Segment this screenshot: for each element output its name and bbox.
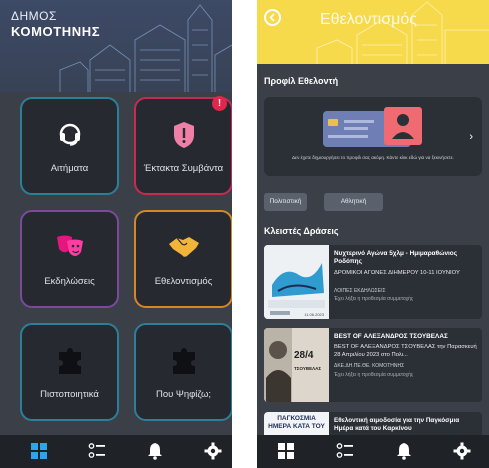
bell-icon[interactable]	[146, 442, 164, 465]
chip-sports[interactable]: Αθλητική	[324, 193, 383, 211]
event-thumbnail: 28/4 ΤΣΟΥΒΕΛΑΣ	[264, 328, 329, 402]
volunteering-header: Εθελοντισμός	[257, 0, 489, 64]
profile-section-title: Προφίλ Εθελοντή	[264, 76, 339, 86]
tile-emergencies[interactable]: ! Έκτακτα Συμβάντα	[134, 96, 232, 195]
tile-label: Αιτήματα	[50, 163, 89, 174]
puzzle-icon	[56, 347, 84, 380]
card-subtitle: BEST OF ΑΛΕΞΑΝΔΡΟΣ ΤΣΟΥΒΕΛΑΣ την Παρασκε…	[334, 344, 477, 358]
closed-actions-title: Κλειστές Δράσεις	[264, 226, 339, 236]
card-title: Νυχτερινό Αγώνα 5χλμ - Ημιμαραθώνιος Ροδ…	[334, 250, 458, 265]
event-thumbnail: 11.06.2023	[264, 245, 329, 319]
home-screen: ΔΗΜΟΣ ΚΟΜΟΤΗΝΗΣ Αιτήματα ! Έκτακτα Συμβά…	[0, 0, 232, 468]
header-line2: ΚΟΜΟΤΗΝΗΣ	[11, 24, 101, 39]
bottom-nav	[257, 435, 489, 468]
back-icon[interactable]	[264, 9, 281, 26]
card-deadline-status: Έχει λήξει η προθεσμία συμμετοχής	[334, 372, 414, 378]
profile-hint-text: Δεν έχετε δημιουργήσει το προφίλ σας ακό…	[291, 155, 455, 160]
thumb-name: ΤΣΟΥΒΕΛΑΣ	[294, 366, 322, 371]
tile-label: Πιστοποιητικά	[40, 389, 99, 400]
card-organizer: ΛΟΙΠΕΣ ΕΚΔΗΛΩΣΕΙΣ	[334, 288, 386, 294]
thumb-date: 28/4	[294, 350, 314, 361]
municipality-header: ΔΗΜΟΣ ΚΟΜΟΤΗΝΗΣ	[0, 0, 232, 92]
volunteering-screen: Εθελοντισμός Προφίλ Εθελοντή › Δεν έχετε…	[257, 0, 489, 468]
theater-masks-icon	[55, 234, 85, 265]
tile-label: Έκτακτα Συμβάντα	[143, 163, 224, 174]
headset-icon	[57, 121, 83, 152]
card-deadline-status: Έχει λήξει η προθεσμία συμμετοχής	[334, 296, 414, 302]
bottom-nav	[0, 435, 232, 468]
gear-icon[interactable]	[204, 442, 222, 465]
handshake-icon	[168, 234, 200, 263]
tile-volunteering[interactable]: Εθελοντισμός	[134, 210, 232, 308]
checklist-icon[interactable]	[336, 442, 354, 465]
action-card[interactable]: 11.06.2023 Νυχτερινό Αγώνα 5χλμ - Ημιμαρ…	[264, 245, 482, 319]
grid-icon[interactable]	[30, 442, 48, 465]
chevron-right-icon[interactable]: ›	[469, 131, 473, 143]
id-card-illustration	[323, 107, 422, 147]
townscape-illustration	[316, 1, 489, 64]
action-card[interactable]: 28/4 ΤΣΟΥΒΕΛΑΣ BEST OF ΑΛΕΞΑΝΔΡΟΣ ΤΣΟΥΒΕ…	[264, 328, 482, 402]
page-title: Εθελοντισμός	[320, 11, 417, 28]
checklist-icon[interactable]	[88, 442, 106, 465]
grid-icon[interactable]	[277, 442, 295, 465]
tile-events[interactable]: Εκδηλώσεις	[20, 210, 119, 308]
tile-requests[interactable]: Αιτήματα	[20, 97, 119, 195]
chip-cultural[interactable]: Πολιτιστική	[264, 193, 307, 211]
card-subtitle: ΔΡΟΜΙΚΟΙ ΑΓΩΝΕΣ ΔΙΗΜΕΡΟΥ 10-11 ΙΟΥΝΙΟΥ	[334, 270, 460, 276]
thumb-date: 11.06.2023	[304, 312, 324, 317]
tile-certificates[interactable]: Πιστοποιητικά	[20, 323, 119, 421]
card-title: Εθελοντική αιμοδοσία για την Παγκόσμια Η…	[334, 417, 460, 432]
thumb-text: ΠΑΓΚΟΣΜΙΑ ΗΜΕΡΑ ΚΑΤΑ ΤΟΥ	[268, 415, 325, 430]
tile-where-to-vote[interactable]: Που Ψηφίζω;	[134, 323, 232, 421]
puzzle-icon	[170, 347, 198, 380]
tile-label: Που Ψηφίζω;	[155, 389, 212, 400]
shield-alert-icon	[172, 121, 196, 154]
alert-badge: !	[212, 96, 227, 111]
card-organizer: ΔΚΕ.ΔΗ.ΠΕ.ΘΕ. ΚΟΜΟΤΗΝΗΣ	[334, 363, 405, 369]
bell-icon[interactable]	[395, 442, 413, 465]
header-line1: ΔΗΜΟΣ	[11, 9, 57, 23]
tile-label: Εθελοντισμός	[154, 276, 213, 287]
card-title: BEST OF ΑΛΕΞΑΝΔΡΟΣ ΤΣΟΥΒΕΛΑΣ	[334, 333, 448, 340]
volunteer-profile-card[interactable]: › Δεν έχετε δημιουργήσει το προφίλ σας α…	[264, 97, 482, 176]
gear-icon[interactable]	[453, 442, 471, 465]
tile-label: Εκδηλώσεις	[44, 276, 95, 287]
